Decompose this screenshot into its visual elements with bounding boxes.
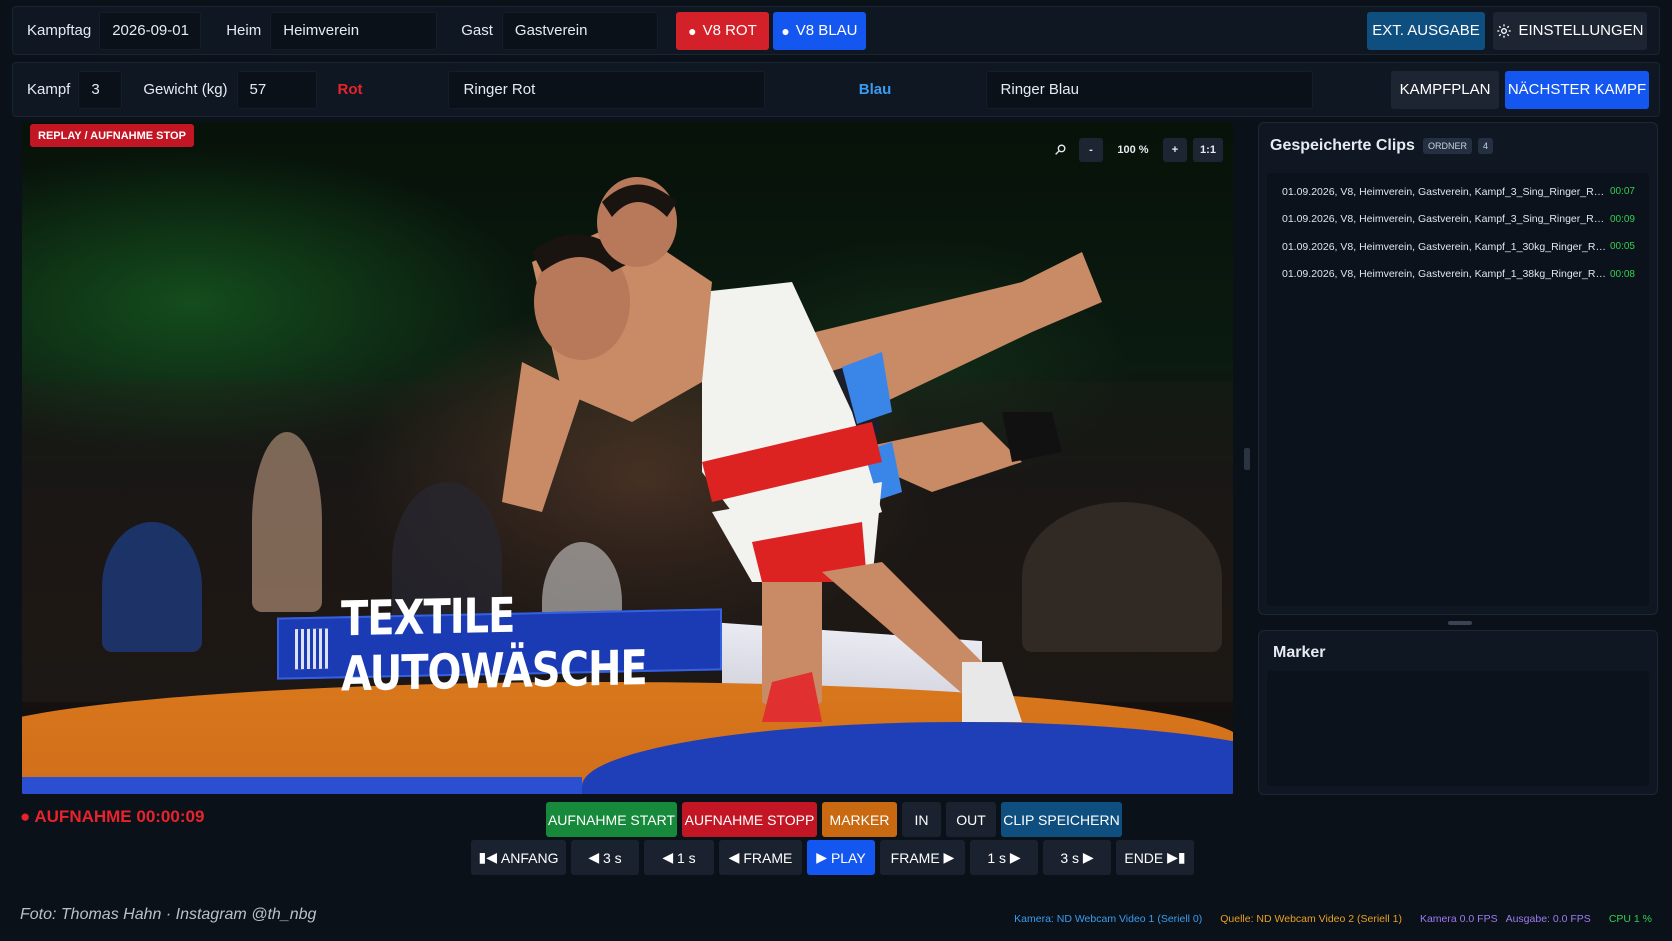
- clip-count-badge: 4: [1477, 138, 1493, 154]
- marker-title: Marker: [1273, 644, 1326, 661]
- blue-dot-icon: ●: [781, 22, 790, 39]
- photo-credit: Foto: Thomas Hahn · Instagram @th_nbg: [20, 906, 317, 923]
- quelle-status: Quelle: ND Webcam Video 2 (Seriell 1): [1220, 913, 1402, 925]
- step-forward-icon: ▶: [1006, 849, 1021, 865]
- skip-end-icon: ▶▮: [1163, 849, 1186, 865]
- in-button[interactable]: IN: [902, 802, 941, 837]
- fwd-1s-button[interactable]: 1 s ▶: [970, 840, 1038, 875]
- gewicht-input[interactable]: 57: [236, 70, 317, 109]
- fwd-frame-button[interactable]: FRAME ▶: [880, 840, 965, 875]
- gast-label: Gast: [461, 22, 493, 39]
- header-bar: Kampftag 2026-09-01 Heim Heimverein Gast…: [12, 6, 1660, 55]
- playback-controls: ▮◀ ANFANG ◀ 3 s ◀ 1 s ◀ FRAME ▶ PLAY FRA…: [471, 840, 1194, 875]
- wrestlers-image: [502, 177, 1102, 722]
- ausgabe-fps: Ausgabe: 0.0 FPS: [1505, 913, 1591, 925]
- ringer-blau-input[interactable]: Ringer Blau: [985, 70, 1313, 109]
- record-dot-icon: ●: [20, 807, 35, 826]
- back-frame-button[interactable]: ◀ FRAME: [719, 840, 802, 875]
- kampftag-label: Kampftag: [27, 22, 92, 39]
- zoom-out-button[interactable]: -: [1079, 137, 1103, 162]
- back-3s-button[interactable]: ◀ 3 s: [571, 840, 639, 875]
- marker-panel: Marker: [1258, 630, 1658, 795]
- v8-rot-button[interactable]: ● V8 ROT: [675, 11, 769, 50]
- gewicht-label: Gewicht (kg): [143, 81, 228, 98]
- out-button[interactable]: OUT: [946, 802, 996, 837]
- record-controls: AUFNAHME START AUFNAHME STOPP MARKER IN …: [546, 802, 1122, 837]
- back-1s-button[interactable]: ◀ 1 s: [644, 840, 714, 875]
- saved-clips-panel: Gespeicherte Clips ORDNER 4 01.09.2026, …: [1258, 122, 1658, 615]
- red-dot-icon: ●: [688, 22, 697, 39]
- kamera-fps: Kamera 0.0 FPS: [1419, 913, 1498, 925]
- play-button[interactable]: ▶ PLAY: [807, 840, 875, 875]
- list-item[interactable]: 01.09.2026, V8, Heimverein, Gastverein, …: [1267, 261, 1649, 289]
- folder-button[interactable]: ORDNER: [1422, 138, 1472, 154]
- step-back-icon: ◀: [662, 849, 677, 865]
- marker-button[interactable]: MARKER: [822, 802, 897, 837]
- clip-speichern-button[interactable]: CLIP SPEICHERN: [1001, 802, 1122, 837]
- magnifier-icon: [1048, 138, 1073, 162]
- marker-list: [1267, 671, 1649, 786]
- step-forward-icon: ▶: [1079, 849, 1094, 865]
- aufnahme-stopp-button[interactable]: AUFNAHME STOPP: [682, 802, 817, 837]
- resize-handle[interactable]: [1244, 448, 1250, 470]
- heim-label: Heim: [226, 22, 262, 39]
- step-back-icon: ◀: [728, 849, 744, 865]
- naechster-kampf-button[interactable]: NÄCHSTER KAMPF: [1505, 70, 1649, 109]
- zoom-in-button[interactable]: +: [1163, 137, 1187, 162]
- zoom-controls: - 100 % + 1:1: [1048, 136, 1223, 163]
- gear-icon: [1497, 23, 1512, 38]
- status-bar: Kamera: ND Webcam Video 1 (Seriell 0) Qu…: [1014, 913, 1652, 925]
- clips-header: Gespeicherte Clips ORDNER 4: [1270, 137, 1493, 155]
- list-item[interactable]: 01.09.2026, V8, Heimverein, Gastverein, …: [1267, 178, 1649, 206]
- ringer-rot-input[interactable]: Ringer Rot: [447, 70, 765, 109]
- spectator: [102, 522, 202, 652]
- clips-title: Gespeicherte Clips: [1270, 137, 1415, 154]
- list-item[interactable]: 01.09.2026, V8, Heimverein, Gastverein, …: [1267, 233, 1649, 261]
- kampfplan-button[interactable]: KAMPFPLAN: [1391, 70, 1499, 109]
- spectator: [252, 432, 322, 612]
- panel-resize-handle[interactable]: [1448, 621, 1472, 625]
- zoom-level: 100 %: [1117, 143, 1149, 156]
- play-icon: ▶: [816, 849, 831, 865]
- kampf-input[interactable]: 3: [78, 70, 123, 109]
- recording-timer: ● AUFNAHME 00:00:09: [20, 807, 205, 826]
- aufnahme-start-button[interactable]: AUFNAHME START: [546, 802, 677, 837]
- list-item[interactable]: 01.09.2026, V8, Heimverein, Gastverein, …: [1267, 206, 1649, 234]
- skip-start-icon: ▮◀: [478, 849, 501, 865]
- kampf-label: Kampf: [27, 81, 71, 98]
- ext-ausgabe-button[interactable]: EXT. AUSGABE: [1367, 11, 1485, 50]
- heim-input[interactable]: Heimverein: [270, 11, 438, 50]
- gast-input[interactable]: Gastverein: [501, 11, 658, 50]
- blau-label: Blau: [858, 81, 892, 98]
- bout-bar: Kampf 3 Gewicht (kg) 57 Rot Ringer Rot B…: [12, 62, 1660, 117]
- clip-list: 01.09.2026, V8, Heimverein, Gastverein, …: [1267, 173, 1649, 606]
- kampftag-input[interactable]: 2026-09-01: [99, 11, 202, 50]
- qr-code-icon: [295, 628, 331, 670]
- anfang-button[interactable]: ▮◀ ANFANG: [471, 840, 566, 875]
- fwd-3s-button[interactable]: 3 s ▶: [1043, 840, 1111, 875]
- video-preview[interactable]: TEXTILE AUTOWÄSCHE: [22, 122, 1233, 794]
- step-back-icon: ◀: [588, 849, 603, 865]
- ende-button[interactable]: ENDE ▶▮: [1116, 840, 1194, 875]
- zoom-reset-button[interactable]: 1:1: [1193, 137, 1223, 162]
- kamera-status: Kamera: ND Webcam Video 1 (Seriell 0): [1014, 913, 1203, 925]
- step-forward-icon: ▶: [939, 849, 955, 865]
- cpu-usage: CPU 1 %: [1608, 913, 1652, 925]
- mat-blue-edge: [22, 777, 582, 794]
- rot-label: Rot: [337, 81, 363, 98]
- replay-status-badge: REPLAY / AUFNAHME STOP: [30, 124, 194, 147]
- v8-blau-button[interactable]: ● V8 BLAU: [772, 11, 866, 50]
- einstellungen-button[interactable]: EINSTELLUNGEN: [1493, 11, 1647, 50]
